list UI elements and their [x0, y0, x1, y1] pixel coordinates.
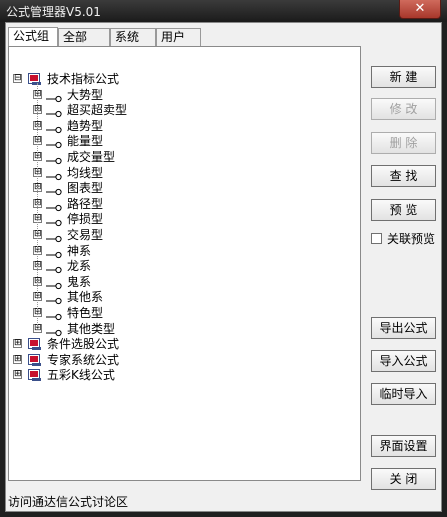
tab-label: 全部 [63, 30, 88, 44]
export-formula-button[interactable]: 导出公式 [371, 317, 436, 339]
formula-folder-icon [28, 337, 42, 351]
tree-item[interactable]: ⊞ 鬼系 [9, 274, 359, 290]
formula-key-icon [46, 309, 62, 321]
tree-item[interactable]: ⊞ 特色型 [9, 305, 359, 321]
tree-root-group[interactable]: ⊞ 条件选股公式 [9, 336, 359, 352]
formula-key-icon [46, 278, 62, 289]
formula-tree[interactable]: ⊟ 技术指标公式 ⊞ 大势型 ⊞ 超买超卖型 ⊞ 趋势型 ⊞ 能量型 ⊞ 成交量型 ⊞ 均线型 ⊞ 图表型 ⊞ 路… [8, 46, 361, 481]
formula-folder-icon [28, 368, 42, 382]
tab-label: 公式组 [13, 29, 50, 43]
tree-item-label: 神系 [67, 243, 92, 258]
tree-item[interactable]: ⊞ 其他系 [9, 289, 359, 305]
ui-settings-button[interactable]: 界面设置 [371, 435, 436, 457]
tree-item-label: 鬼系 [67, 274, 92, 289]
delete-button[interactable]: 删 除 [371, 132, 436, 154]
tree-item-label: 五彩K线公式 [47, 368, 115, 383]
find-button[interactable]: 查 找 [371, 165, 436, 187]
tree-item[interactable]: ⊞ 交易型 [9, 227, 359, 243]
tree-item[interactable]: ⊞ 能量型 [9, 133, 359, 149]
window-title: 公式管理器V5.01 [6, 5, 101, 19]
tab-formula-group[interactable]: 公式组 [8, 27, 58, 46]
formula-key-icon [46, 184, 62, 196]
tab-label: 用户 [161, 30, 186, 44]
checkbox-label: 关联预览 [387, 232, 436, 246]
close-button[interactable]: 关 闭 [371, 468, 436, 490]
expander-icon[interactable]: ⊞ [13, 354, 22, 364]
tab-label: 系统 [115, 30, 140, 44]
tree-item-label: 特色型 [67, 306, 104, 320]
tree-item-label: 路径型 [67, 196, 104, 211]
tree-root-group[interactable]: ⊞ 专家系统公式 [9, 352, 359, 368]
formula-key-icon [46, 137, 62, 149]
formula-key-icon [46, 231, 62, 243]
tree-root-group[interactable]: ⊞ 五彩K线公式 [9, 367, 359, 383]
tree-item-label: 趋势型 [67, 118, 104, 133]
formula-key-icon [46, 247, 62, 258]
tab-system[interactable]: 系统 [110, 28, 156, 46]
formula-key-icon [46, 215, 62, 227]
close-icon[interactable]: ✕ [399, 0, 441, 19]
formula-key-icon [46, 122, 62, 133]
import-formula-button[interactable]: 导入公式 [371, 350, 436, 372]
tree-item[interactable]: ⊞ 龙系 [9, 258, 359, 274]
tree-item-label: 大势型 [67, 87, 104, 102]
tree-item[interactable]: ⊞ 图表型 [9, 180, 359, 196]
new-button[interactable]: 新 建 [371, 66, 436, 88]
tree-item[interactable]: ⊞ 其他类型 [9, 321, 359, 337]
tree-item[interactable]: ⊞ 均线型 [9, 165, 359, 181]
tree-item-label: 交易型 [67, 228, 104, 242]
expander-icon[interactable]: ⊞ [13, 370, 22, 380]
formula-key-icon [46, 153, 62, 165]
tree-item[interactable]: ⊞ 路径型 [9, 196, 359, 212]
tab-all[interactable]: 全部 [58, 28, 110, 46]
tree-item-label: 技术指标公式 [47, 72, 120, 86]
tree-root-technical[interactable]: ⊟ 技术指标公式 [9, 71, 359, 87]
title-bar[interactable]: 公式管理器V5.01 ✕ [0, 0, 447, 22]
tab-user[interactable]: 用户 [156, 28, 201, 46]
tree-item[interactable]: ⊞ 停损型 [9, 211, 359, 227]
tree-item[interactable]: ⊞ 趋势型 [9, 118, 359, 134]
tree-item-label: 其他类型 [67, 321, 116, 336]
tree-item-label: 专家系统公式 [47, 352, 120, 367]
tree-item[interactable]: ⊞ 神系 [9, 243, 359, 259]
status-link[interactable]: 访问通达信公式讨论区 [8, 493, 128, 510]
formula-folder-icon [28, 72, 42, 86]
formula-key-icon [46, 106, 62, 118]
formula-key-icon [46, 169, 62, 180]
tree-item-label: 停损型 [67, 212, 104, 227]
tree-item-label: 条件选股公式 [47, 337, 120, 352]
tree-item[interactable]: ⊞ 大势型 [9, 87, 359, 103]
formula-key-icon [46, 200, 62, 211]
tree-item-label: 龙系 [67, 259, 92, 274]
expander-icon[interactable]: ⊟ [13, 74, 22, 83]
edit-button[interactable]: 修 改 [371, 98, 436, 120]
tree-item[interactable]: ⊞ 超买超卖型 [9, 102, 359, 118]
tree-item-label: 成交量型 [67, 150, 116, 164]
tree-item-label: 均线型 [67, 165, 104, 180]
checkbox-box[interactable] [371, 233, 382, 244]
expander-icon[interactable]: ⊞ [13, 339, 22, 349]
tree-item-label: 其他系 [67, 290, 104, 305]
formula-key-icon [46, 325, 62, 336]
tree-item-label: 能量型 [67, 134, 104, 149]
formula-key-icon [46, 91, 62, 102]
preview-button[interactable]: 预 览 [371, 199, 436, 221]
formula-key-icon [46, 293, 62, 305]
formula-key-icon [46, 262, 62, 274]
tree-item-label: 超买超卖型 [67, 103, 128, 118]
tree-connector-line [37, 83, 38, 329]
formula-folder-icon [28, 353, 42, 367]
tree-item-label: 图表型 [67, 181, 104, 196]
temp-import-button[interactable]: 临时导入 [371, 383, 436, 405]
tree-item[interactable]: ⊞ 成交量型 [9, 149, 359, 165]
